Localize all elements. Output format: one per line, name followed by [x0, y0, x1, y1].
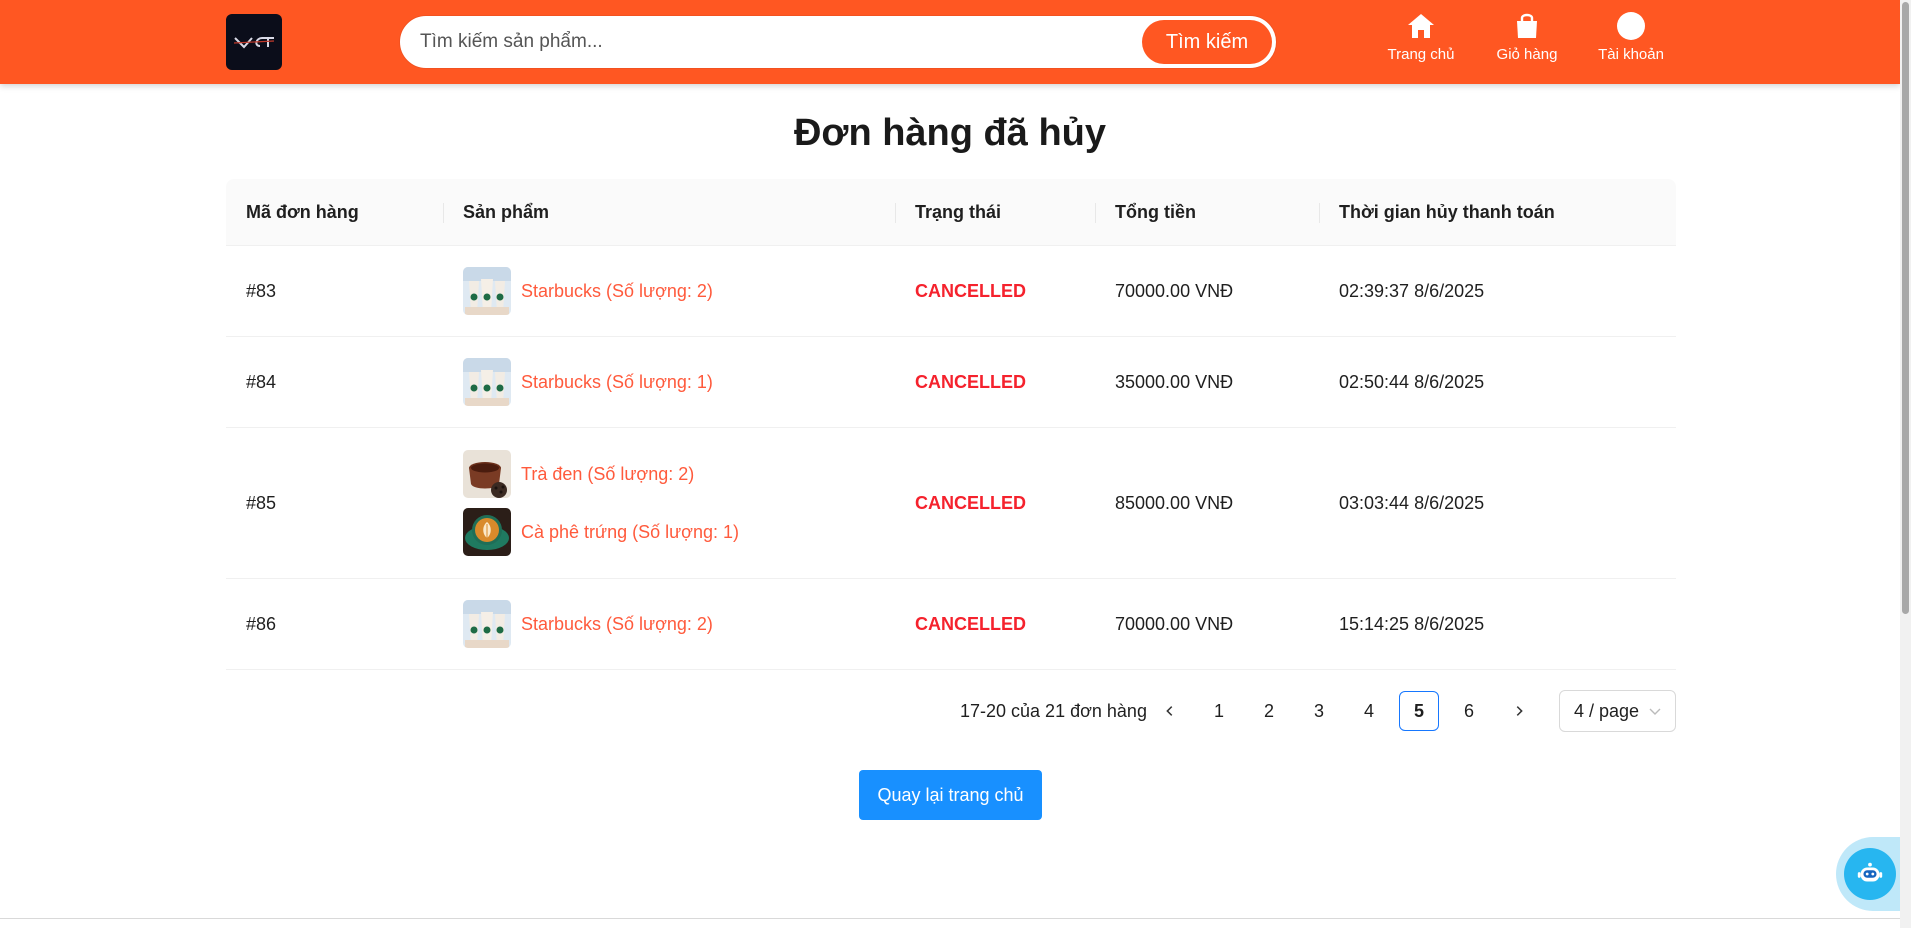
product-name[interactable]: Trà đen (Số lượng: 2) — [521, 464, 694, 485]
product-name[interactable]: Starbucks (Số lượng: 2) — [521, 614, 713, 635]
cancel-time: 02:50:44 8/6/2025 — [1339, 371, 1485, 392]
order-products: Starbucks (Số lượng: 1) — [443, 337, 713, 427]
pagination: 17-20 của 21 đơn hàng 1 2 3 4 5 6 4 / pa… — [0, 690, 1676, 732]
chevron-right-icon — [1516, 706, 1523, 716]
page-size-select[interactable]: 4 / page — [1559, 690, 1676, 732]
order-products: Starbucks (Số lượng: 2) — [443, 579, 713, 669]
page-2-button[interactable]: 2 — [1249, 691, 1289, 731]
egg-coffee-image — [463, 508, 511, 556]
top-header: Tìm kiếm Trang chủ Giỏ hàng Tài khoản — [0, 0, 1900, 84]
page-4-button[interactable]: 4 — [1349, 691, 1389, 731]
order-products: Trà đen (Số lượng: 2) Cà phê trứng (Số l… — [443, 428, 739, 578]
column-header-order-id: Mã đơn hàng — [246, 202, 359, 222]
search-button[interactable]: Tìm kiếm — [1142, 20, 1272, 64]
table-row: #83 Starbucks (Số lượng: 2) CANCELLED 70… — [226, 246, 1676, 337]
order-total: 70000.00 VNĐ — [1115, 280, 1234, 301]
column-header-total: Tổng tiền — [1095, 179, 1196, 246]
robot-chat-icon — [1857, 862, 1883, 882]
page-size-value: 4 / page — [1574, 700, 1640, 721]
shopping-bag-icon — [1517, 13, 1537, 38]
product-name[interactable]: Starbucks (Số lượng: 1) — [521, 372, 713, 393]
product-item[interactable]: Starbucks (Số lượng: 1) — [463, 358, 713, 406]
product-item[interactable]: Cà phê trứng (Số lượng: 1) — [463, 508, 739, 556]
order-total: 70000.00 VNĐ — [1115, 613, 1234, 634]
order-id: #84 — [246, 371, 277, 392]
page-3-button[interactable]: 3 — [1299, 691, 1339, 731]
cancel-time: 02:39:37 8/6/2025 — [1339, 280, 1485, 301]
table-row: #85 Trà đen (Số lượng: 2) Cà phê trứng (… — [226, 428, 1676, 579]
product-item[interactable]: Starbucks (Số lượng: 2) — [463, 267, 713, 315]
chatbot-icon-wrap — [1844, 848, 1896, 900]
order-id: #83 — [246, 280, 277, 301]
chevron-left-icon — [1166, 706, 1173, 716]
home-icon — [1408, 14, 1434, 38]
table-header: Mã đơn hàng Sản phẩm Trạng thái Tổng tiề… — [226, 179, 1676, 246]
page-title: Đơn hàng đã hủy — [793, 112, 1106, 154]
next-page-button[interactable] — [1499, 691, 1539, 731]
product-name[interactable]: Starbucks (Số lượng: 2) — [521, 281, 713, 302]
logo-mark-icon — [233, 37, 275, 49]
status-badge: CANCELLED — [915, 492, 1026, 513]
order-id: #85 — [246, 492, 277, 513]
product-item[interactable]: Starbucks (Số lượng: 2) — [463, 600, 713, 648]
page-1-button[interactable]: 1 — [1199, 691, 1239, 731]
chatbot-button[interactable] — [1836, 837, 1900, 911]
page-bottom-divider — [0, 918, 1900, 919]
starbucks-image — [463, 600, 511, 648]
cancel-time: 03:03:44 8/6/2025 — [1339, 492, 1485, 513]
nav-home[interactable]: Trang chủ — [1385, 10, 1457, 63]
vertical-scrollbar[interactable] — [1900, 0, 1911, 928]
product-item[interactable]: Trà đen (Số lượng: 2) — [463, 450, 694, 498]
page-5-button[interactable]: 5 — [1399, 691, 1439, 731]
column-header-cancel-time: Thời gian hủy thanh toán — [1319, 179, 1555, 246]
nav-cart[interactable]: Giỏ hàng — [1491, 10, 1563, 63]
table-row: #86 Starbucks (Số lượng: 2) CANCELLED 70… — [226, 579, 1676, 670]
pagination-total: 17-20 của 21 đơn hàng — [960, 700, 1147, 721]
black-tea-image — [463, 450, 511, 498]
nav-account-label: Tài khoản — [1598, 46, 1664, 63]
nav-account[interactable]: Tài khoản — [1595, 10, 1667, 63]
nav-home-label: Trang chủ — [1387, 46, 1455, 63]
search-input[interactable] — [420, 18, 1120, 66]
order-id: #86 — [246, 613, 277, 634]
search-bar: Tìm kiếm — [400, 16, 1276, 68]
page-6-button[interactable]: 6 — [1449, 691, 1489, 731]
chevron-down-icon — [1649, 708, 1661, 715]
prev-page-button[interactable] — [1150, 691, 1190, 731]
status-badge: CANCELLED — [915, 280, 1026, 301]
starbucks-image — [463, 358, 511, 406]
table-row: #84 Starbucks (Số lượng: 1) CANCELLED 35… — [226, 337, 1676, 428]
order-products: Starbucks (Số lượng: 2) — [443, 246, 713, 336]
order-total: 85000.00 VNĐ — [1115, 492, 1234, 513]
cancelled-orders-table: Mã đơn hàng Sản phẩm Trạng thái Tổng tiề… — [226, 179, 1676, 670]
back-to-home-button[interactable]: Quay lại trang chủ — [859, 770, 1042, 820]
status-badge: CANCELLED — [915, 613, 1026, 634]
scrollbar-thumb[interactable] — [1902, 2, 1909, 614]
user-icon — [1617, 12, 1645, 40]
cancel-time: 15:14:25 8/6/2025 — [1339, 613, 1485, 634]
column-header-products: Sản phẩm — [443, 179, 549, 246]
product-name[interactable]: Cà phê trứng (Số lượng: 1) — [521, 522, 739, 543]
status-badge: CANCELLED — [915, 371, 1026, 392]
site-logo[interactable] — [226, 14, 282, 70]
order-total: 35000.00 VNĐ — [1115, 371, 1234, 392]
nav-cart-label: Giỏ hàng — [1496, 46, 1558, 63]
column-header-status: Trạng thái — [895, 179, 1001, 246]
starbucks-image — [463, 267, 511, 315]
